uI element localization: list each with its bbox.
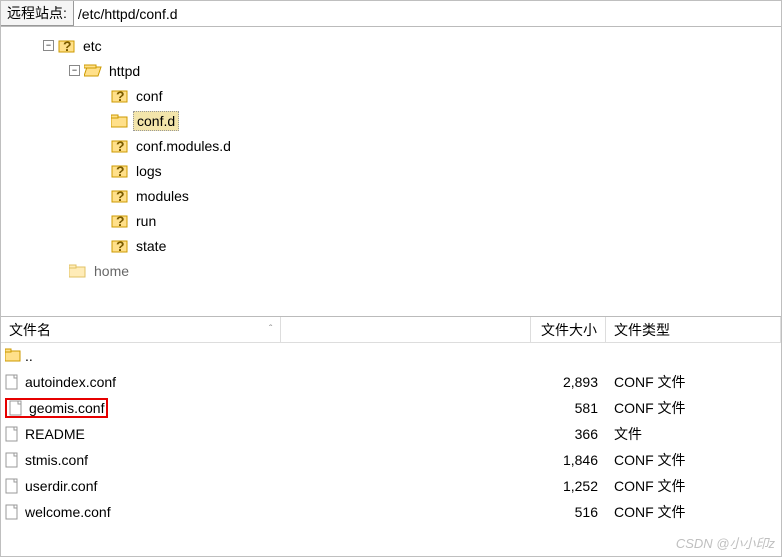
file-name: README bbox=[25, 426, 85, 442]
file-list-header: 文件名 ˆ 文件大小 文件类型 bbox=[1, 317, 781, 343]
folder-unknown-icon: ? bbox=[111, 188, 129, 204]
svg-text:?: ? bbox=[116, 138, 125, 154]
tree-node-confmodulesd[interactable]: ? conf.modules.d bbox=[7, 133, 781, 158]
remote-path-input[interactable] bbox=[74, 1, 781, 26]
tree-label-logs: logs bbox=[133, 162, 165, 180]
svg-text:?: ? bbox=[116, 238, 125, 254]
folder-unknown-icon: ? bbox=[58, 38, 76, 54]
file-icon bbox=[5, 374, 21, 390]
file-type: CONF 文件 bbox=[606, 476, 781, 496]
file-name: .. bbox=[25, 348, 33, 364]
list-item[interactable]: userdir.conf 1,252 CONF 文件 bbox=[1, 473, 781, 499]
tree-node-confd[interactable]: conf.d bbox=[7, 108, 781, 133]
svg-text:?: ? bbox=[116, 163, 125, 179]
list-item[interactable]: autoindex.conf 2,893 CONF 文件 bbox=[1, 369, 781, 395]
remote-site-label: 远程站点: bbox=[1, 1, 74, 26]
file-type: CONF 文件 bbox=[606, 398, 781, 418]
list-item[interactable]: stmis.conf 1,846 CONF 文件 bbox=[1, 447, 781, 473]
sort-ascending-icon: ˆ bbox=[261, 317, 281, 342]
tree-label-confmodulesd: conf.modules.d bbox=[133, 137, 234, 155]
tree-node-conf[interactable]: ? conf bbox=[7, 83, 781, 108]
highlight-box: geomis.conf bbox=[5, 398, 108, 418]
file-size: 2,893 bbox=[531, 374, 606, 390]
svg-text:?: ? bbox=[63, 38, 72, 54]
folder-up-icon bbox=[5, 348, 21, 364]
tree-node-etc[interactable]: − ? etc bbox=[7, 33, 781, 58]
svg-text:?: ? bbox=[116, 188, 125, 204]
list-item-highlighted[interactable]: geomis.conf 581 CONF 文件 bbox=[1, 395, 781, 421]
file-name: autoindex.conf bbox=[25, 374, 116, 390]
folder-icon bbox=[111, 114, 129, 128]
col-header-size[interactable]: 文件大小 bbox=[531, 317, 606, 342]
tree-label-home: home bbox=[91, 262, 132, 280]
list-item[interactable]: README 366 文件 bbox=[1, 421, 781, 447]
file-icon bbox=[5, 452, 21, 468]
file-size: 516 bbox=[531, 504, 606, 520]
file-name: stmis.conf bbox=[25, 452, 88, 468]
file-name: welcome.conf bbox=[25, 504, 111, 520]
folder-unknown-icon: ? bbox=[111, 163, 129, 179]
remote-path-bar: 远程站点: bbox=[1, 1, 781, 27]
tree-node-httpd[interactable]: − httpd bbox=[7, 58, 781, 83]
collapse-icon[interactable]: − bbox=[69, 65, 80, 76]
tree-label-httpd: httpd bbox=[106, 62, 143, 80]
svg-text:?: ? bbox=[116, 88, 125, 104]
file-name: geomis.conf bbox=[29, 400, 104, 416]
list-item[interactable]: welcome.conf 516 CONF 文件 bbox=[1, 499, 781, 525]
tree-label-etc: etc bbox=[80, 37, 105, 55]
file-icon bbox=[5, 504, 21, 520]
folder-unknown-icon: ? bbox=[111, 138, 129, 154]
file-size: 581 bbox=[531, 400, 606, 416]
watermark: CSDN @小小印z bbox=[676, 533, 775, 552]
file-icon bbox=[9, 400, 25, 416]
tree-label-conf: conf bbox=[133, 87, 165, 105]
file-list[interactable]: .. autoindex.conf 2,893 CONF 文件 geomis.c… bbox=[1, 343, 781, 525]
file-size: 1,846 bbox=[531, 452, 606, 468]
file-type: CONF 文件 bbox=[606, 502, 781, 522]
svg-text:?: ? bbox=[116, 213, 125, 229]
col-header-type[interactable]: 文件类型 bbox=[606, 317, 781, 342]
file-size: 366 bbox=[531, 426, 606, 442]
tree-node-home[interactable]: home bbox=[7, 258, 781, 283]
file-type: CONF 文件 bbox=[606, 372, 781, 392]
tree-label-modules: modules bbox=[133, 187, 192, 205]
tree-node-modules[interactable]: ? modules bbox=[7, 183, 781, 208]
tree-node-state[interactable]: ? state bbox=[7, 233, 781, 258]
file-type: CONF 文件 bbox=[606, 450, 781, 470]
tree-node-logs[interactable]: ? logs bbox=[7, 158, 781, 183]
file-name: userdir.conf bbox=[25, 478, 97, 494]
file-type: 文件 bbox=[606, 424, 781, 444]
file-icon bbox=[5, 478, 21, 494]
folder-unknown-icon: ? bbox=[111, 88, 129, 104]
remote-path-field-wrap bbox=[74, 1, 781, 26]
file-size: 1,252 bbox=[531, 478, 606, 494]
file-icon bbox=[5, 426, 21, 442]
directory-tree[interactable]: − ? etc − httpd ? conf conf.d ? conf.mod… bbox=[1, 27, 781, 317]
tree-node-run[interactable]: ? run bbox=[7, 208, 781, 233]
folder-icon bbox=[69, 264, 87, 278]
collapse-icon[interactable]: − bbox=[43, 40, 54, 51]
tree-label-confd: conf.d bbox=[133, 111, 179, 131]
folder-open-icon bbox=[84, 64, 102, 78]
tree-label-state: state bbox=[133, 237, 169, 255]
folder-unknown-icon: ? bbox=[111, 238, 129, 254]
folder-unknown-icon: ? bbox=[111, 213, 129, 229]
tree-label-run: run bbox=[133, 212, 159, 230]
list-item-updir[interactable]: .. bbox=[1, 343, 781, 369]
